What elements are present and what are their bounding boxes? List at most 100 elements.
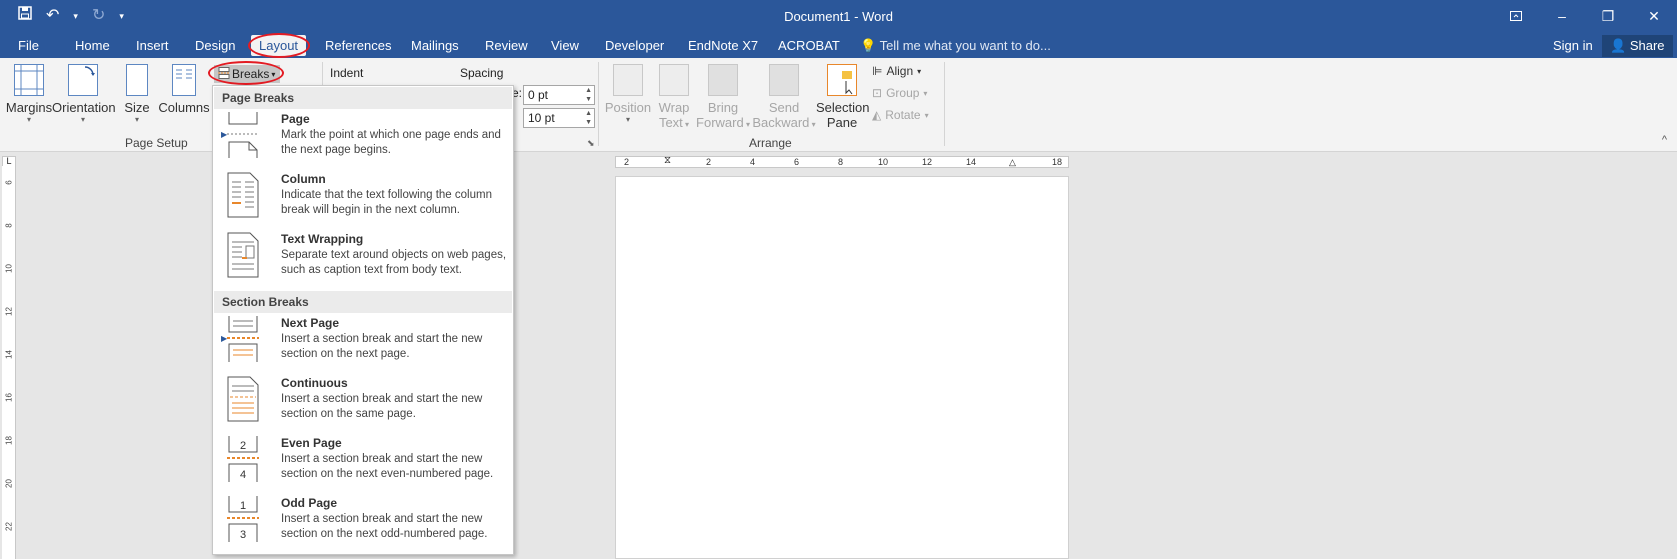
- breaks-highlight-circle: [208, 61, 284, 85]
- send-backward-button[interactable]: Send Backward ▾: [752, 64, 816, 130]
- person-icon: 👤: [1610, 38, 1627, 53]
- sign-in-link[interactable]: Sign in: [1553, 38, 1593, 53]
- break-column-item[interactable]: Column Indicate that the text following …: [213, 170, 513, 228]
- indent-label: Indent: [330, 66, 364, 80]
- next-page-break-icon: [227, 316, 259, 362]
- horizontal-ruler[interactable]: 2 2 4 6 8 10 12 14 18 ⧖ △: [615, 155, 1069, 168]
- spinner-arrows-icon[interactable]: ▲ ▼: [585, 109, 592, 127]
- break-continuous-item[interactable]: Continuous Insert a section break and st…: [213, 374, 513, 432]
- align-icon: ⊫: [872, 64, 883, 78]
- break-even-page-item[interactable]: 24 Even Page Insert a section break and …: [213, 434, 513, 492]
- break-next-page-desc: Insert a section break and start the new…: [281, 333, 483, 360]
- even-page-digit-bottom: 4: [240, 469, 246, 481]
- layout-highlight-circle: [248, 33, 310, 58]
- tab-review[interactable]: Review: [485, 38, 528, 53]
- ruler-tick: 14: [966, 157, 977, 167]
- size-button[interactable]: Size ▾: [122, 64, 152, 125]
- group-separator: [944, 62, 945, 146]
- tab-insert[interactable]: Insert: [136, 38, 169, 53]
- rotate-icon: ◭: [872, 108, 882, 122]
- ruler-tick: 12: [4, 307, 14, 316]
- indent-marker-icon[interactable]: ⧖: [664, 155, 671, 166]
- close-button[interactable]: ✕: [1631, 0, 1677, 32]
- collapse-ribbon-icon[interactable]: ^: [1662, 134, 1667, 146]
- break-odd-page-name: Odd Page: [281, 496, 338, 510]
- break-page-item[interactable]: ▶ Page Mark the point at which one page …: [213, 110, 513, 168]
- tab-developer[interactable]: Developer: [605, 38, 664, 53]
- even-page-break-icon: 24: [227, 436, 259, 482]
- spacing-after-input[interactable]: 10 pt ▲ ▼: [523, 108, 595, 128]
- selection-pane-button[interactable]: Selection Pane: [816, 64, 869, 130]
- tab-endnote[interactable]: EndNote X7: [688, 38, 758, 53]
- wrap-text-icon: [659, 64, 689, 96]
- arrange-group-label: Arrange: [749, 136, 792, 150]
- page-breaks-header: Page Breaks: [214, 87, 512, 109]
- ruler-tick: 14: [4, 350, 14, 359]
- bring-forward-button[interactable]: Bring Forward ▾: [696, 64, 750, 130]
- break-text-wrapping-item[interactable]: Text Wrapping Separate text around objec…: [213, 230, 513, 288]
- minimize-button[interactable]: –: [1539, 0, 1585, 32]
- align-button[interactable]: ⊫ Align ▾: [872, 64, 921, 78]
- document-page[interactable]: [615, 176, 1069, 559]
- spacing-label: Spacing: [460, 66, 504, 80]
- right-indent-marker-icon[interactable]: △: [1009, 157, 1016, 168]
- send-backward-icon: [769, 64, 799, 96]
- breaks-dropdown: Page Breaks ▶ Page Mark the point at whi…: [212, 85, 514, 555]
- columns-icon: [172, 64, 196, 96]
- tab-references[interactable]: References: [325, 38, 391, 53]
- break-page-desc: Mark the point at which one page ends an…: [281, 129, 501, 156]
- ruler-tick: 12: [922, 157, 933, 167]
- break-page-name: Page: [281, 112, 310, 126]
- orientation-icon: [68, 64, 98, 96]
- position-button[interactable]: Position ▾: [604, 64, 652, 125]
- tell-me-text: Tell me what you want to do...: [879, 38, 1051, 53]
- tab-view[interactable]: View: [551, 38, 579, 53]
- ruler-tick: 6: [4, 180, 14, 185]
- tab-mailings[interactable]: Mailings: [411, 38, 459, 53]
- ruler-tick: 8: [4, 223, 14, 228]
- group-icon: ⊡: [872, 86, 883, 100]
- odd-page-digit-bottom: 3: [240, 529, 246, 541]
- rotate-button[interactable]: ◭ Rotate ▾: [872, 108, 929, 122]
- size-icon: [126, 64, 148, 96]
- title-bar: ↶ ▾ ↻ ▾ Document1 - Word – ❐ ✕: [0, 0, 1677, 32]
- margins-button[interactable]: Margins ▾: [4, 64, 54, 125]
- window-title: Document1 - Word: [784, 9, 893, 24]
- page-setup-group-label: Page Setup: [125, 136, 188, 150]
- window-controls: – ❐ ✕: [1493, 0, 1677, 32]
- paragraph-launcher-icon[interactable]: ⬊: [587, 138, 595, 149]
- ruler-tick: 6: [794, 157, 800, 167]
- group-separator: [598, 62, 599, 146]
- odd-page-digit-top: 1: [240, 500, 246, 512]
- share-button[interactable]: 👤 Share: [1602, 35, 1673, 57]
- column-break-icon: [227, 172, 259, 218]
- ruler-tick: 22: [4, 522, 14, 531]
- columns-button[interactable]: Columns: [158, 64, 210, 115]
- tab-acrobat[interactable]: ACROBAT: [778, 38, 840, 53]
- ruler-tick: 2: [706, 157, 712, 167]
- break-column-name: Column: [281, 172, 326, 186]
- break-continuous-name: Continuous: [281, 376, 348, 390]
- ruler-tick: 20: [4, 479, 14, 488]
- spinner-arrows-icon[interactable]: ▲ ▼: [585, 86, 592, 104]
- group-button[interactable]: ⊡ Group ▾: [872, 86, 927, 100]
- break-next-page-item[interactable]: ▶ Next Page Insert a section break and s…: [213, 314, 513, 372]
- break-text-wrapping-desc: Separate text around objects on web page…: [281, 249, 507, 276]
- chevron-down-icon: ▾: [625, 115, 630, 124]
- tab-home[interactable]: Home: [75, 38, 110, 53]
- orientation-button[interactable]: Orientation ▾: [52, 64, 116, 125]
- chevron-down-icon: ▾: [134, 115, 139, 124]
- wrap-text-button[interactable]: Wrap Text ▾: [656, 64, 692, 130]
- spacing-before-input[interactable]: 0 pt ▲ ▼: [523, 85, 595, 105]
- maximize-button[interactable]: ❐: [1585, 0, 1631, 32]
- ruler-tick: 16: [4, 393, 14, 402]
- break-odd-page-desc: Insert a section break and start the new…: [281, 513, 488, 540]
- tell-me-box[interactable]: 💡 Tell me what you want to do...: [860, 38, 1051, 54]
- even-page-digit-top: 2: [240, 440, 246, 452]
- margins-icon: [14, 64, 44, 96]
- tab-file[interactable]: File: [18, 38, 39, 53]
- ruler-tick: 18: [1052, 157, 1063, 167]
- ribbon-display-icon[interactable]: [1493, 0, 1539, 32]
- tab-design[interactable]: Design: [195, 38, 235, 53]
- break-odd-page-item[interactable]: 1 3 Odd Page Insert a section break and s…: [213, 494, 513, 552]
